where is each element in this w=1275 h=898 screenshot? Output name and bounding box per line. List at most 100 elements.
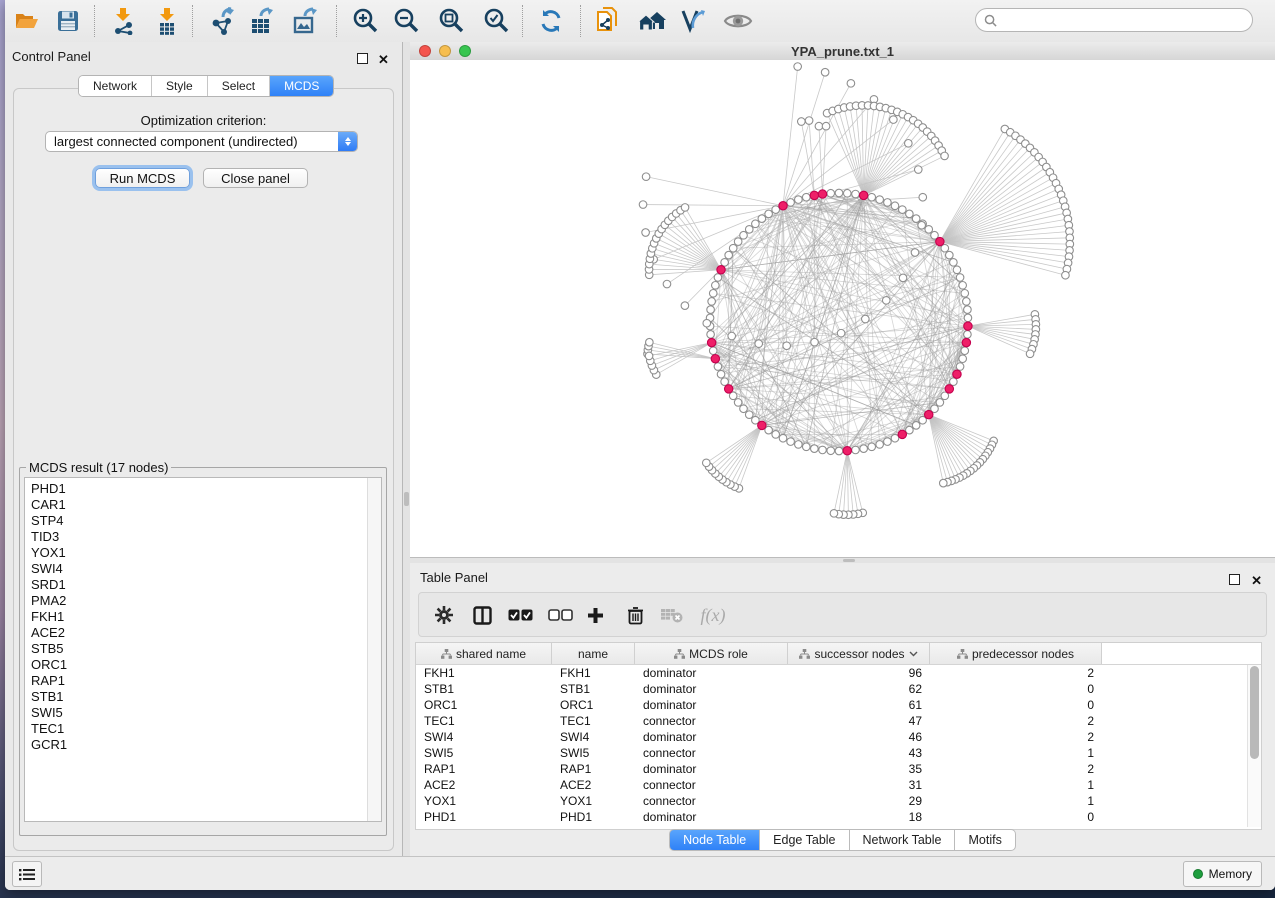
graph-node[interactable] (709, 347, 717, 355)
graph-node[interactable] (714, 274, 722, 282)
graph-node[interactable] (876, 196, 884, 204)
export-image-button[interactable] (291, 7, 321, 35)
share-document-button[interactable] (593, 7, 623, 35)
graph-node[interactable] (821, 68, 829, 76)
table-scrollbar[interactable] (1247, 665, 1261, 827)
list-item[interactable]: GCR1 (31, 737, 365, 753)
list-item[interactable]: PHD1 (31, 481, 365, 497)
zoom-in-button[interactable] (351, 7, 381, 35)
graph-node[interactable] (772, 206, 780, 214)
graph-node[interactable] (815, 122, 823, 130)
graph-node[interactable] (745, 411, 753, 419)
graph-node[interactable] (891, 434, 899, 442)
graph-node[interactable] (795, 196, 803, 204)
list-item[interactable]: FKH1 (31, 609, 365, 625)
graph-node[interactable] (950, 259, 958, 267)
close-table-panel-button[interactable]: ✕ (1251, 572, 1262, 590)
graph-node[interactable] (787, 199, 795, 207)
splitter-handle[interactable] (843, 559, 855, 562)
zoom-selected-button[interactable] (482, 7, 512, 35)
save-session-button[interactable] (53, 7, 83, 35)
graph-node[interactable] (740, 231, 748, 239)
mcds-node[interactable] (936, 237, 944, 245)
table-row[interactable]: TEC1TEC1connector472 (416, 713, 1261, 729)
graph-node[interactable] (802, 193, 810, 201)
deselect-all-button[interactable] (547, 602, 573, 628)
eye-button[interactable] (723, 7, 753, 35)
graph-node[interactable] (703, 319, 711, 327)
column-header[interactable]: MCDS role (635, 643, 788, 664)
hide-graphics-details-button[interactable] (678, 7, 708, 35)
graph-node[interactable] (837, 329, 845, 337)
graph-node[interactable] (912, 215, 920, 223)
list-item[interactable]: STB1 (31, 689, 365, 705)
graph-node[interactable] (663, 280, 671, 288)
add-column-button[interactable] (582, 602, 608, 628)
mcds-node[interactable] (962, 338, 970, 346)
export-network-button[interactable] (209, 7, 239, 35)
list-item[interactable]: YOX1 (31, 545, 365, 561)
graph-node[interactable] (819, 446, 827, 454)
graph-node[interactable] (702, 459, 710, 467)
minimize-window-icon[interactable] (439, 45, 451, 57)
houses-button[interactable] (637, 7, 667, 35)
mcds-node[interactable] (717, 266, 725, 274)
tab-edge-table[interactable]: Edge Table (760, 829, 849, 851)
table-row[interactable]: ACE2ACE2connector311 (416, 777, 1261, 793)
graph-node[interactable] (642, 229, 650, 237)
graph-node[interactable] (890, 116, 898, 124)
zoom-window-icon[interactable] (459, 45, 471, 57)
graph-node[interactable] (964, 331, 972, 339)
graph-node[interactable] (964, 306, 972, 314)
graph-node[interactable] (639, 201, 647, 209)
graph-node[interactable] (852, 190, 860, 198)
optimization-criterion-select[interactable]: largest connected component (undirected) (45, 131, 358, 152)
graph-node[interactable] (752, 220, 760, 228)
function-builder-button[interactable]: f(x) (694, 602, 732, 628)
graph-node[interactable] (860, 445, 868, 453)
zoom-out-button[interactable] (392, 7, 422, 35)
graph-node[interactable] (959, 281, 967, 289)
graph-node[interactable] (805, 117, 813, 125)
graph-node[interactable] (783, 342, 791, 350)
column-header[interactable]: predecessor nodes (930, 643, 1102, 664)
graph-node[interactable] (946, 251, 954, 259)
graph-node[interactable] (911, 249, 919, 257)
graph-node[interactable] (734, 238, 742, 246)
list-item[interactable]: SWI4 (31, 561, 365, 577)
graph-node[interactable] (798, 118, 806, 126)
mcds-node[interactable] (945, 385, 953, 393)
graph-node[interactable] (714, 363, 722, 371)
graph-node[interactable] (950, 378, 958, 386)
table-row[interactable]: STB1STB1dominator620 (416, 681, 1261, 697)
graph-node[interactable] (811, 445, 819, 453)
refresh-button[interactable] (536, 7, 566, 35)
search-input[interactable] (1002, 12, 1244, 28)
list-item[interactable]: ORC1 (31, 657, 365, 673)
graph-node[interactable] (862, 315, 870, 323)
tab-mcds[interactable]: MCDS (270, 76, 333, 96)
network-window-titlebar[interactable]: YPA_prune.txt_1 (410, 42, 1275, 61)
mcds-node[interactable] (818, 190, 826, 198)
import-table-button[interactable] (152, 7, 182, 35)
graph-node[interactable] (811, 338, 819, 346)
graph-node[interactable] (868, 193, 876, 201)
graph-node[interactable] (755, 340, 763, 348)
graph-node[interactable] (681, 204, 689, 212)
graph-node[interactable] (708, 298, 716, 306)
mcds-node[interactable] (925, 410, 933, 418)
zoom-fit-button[interactable] (437, 7, 467, 35)
graph-node[interactable] (758, 215, 766, 223)
mcds-node[interactable] (898, 430, 906, 438)
graph-node[interactable] (884, 199, 892, 207)
open-session-button[interactable] (12, 7, 42, 35)
graph-node[interactable] (956, 274, 964, 282)
list-item[interactable]: PMA2 (31, 593, 365, 609)
graph-node[interactable] (843, 189, 851, 197)
mcds-result-list[interactable]: PHD1CAR1STP4TID3YOX1SWI4SRD1PMA2FKH1ACE2… (24, 477, 382, 822)
mcds-node[interactable] (779, 202, 787, 210)
graph-node[interactable] (646, 338, 654, 346)
task-history-button[interactable] (12, 861, 42, 887)
graph-node[interactable] (835, 189, 843, 197)
graph-node[interactable] (1026, 350, 1034, 358)
